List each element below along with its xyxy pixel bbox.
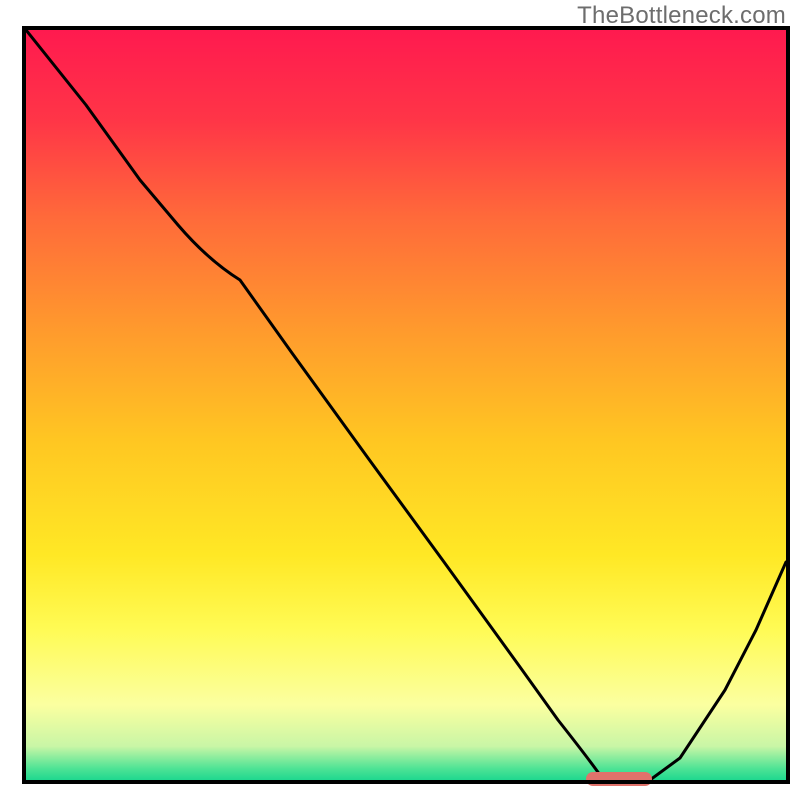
chart-svg [0, 0, 800, 800]
watermark-text: TheBottleneck.com [577, 2, 786, 30]
gradient-background [26, 30, 786, 780]
chart-container: TheBottleneck.com [0, 0, 800, 800]
